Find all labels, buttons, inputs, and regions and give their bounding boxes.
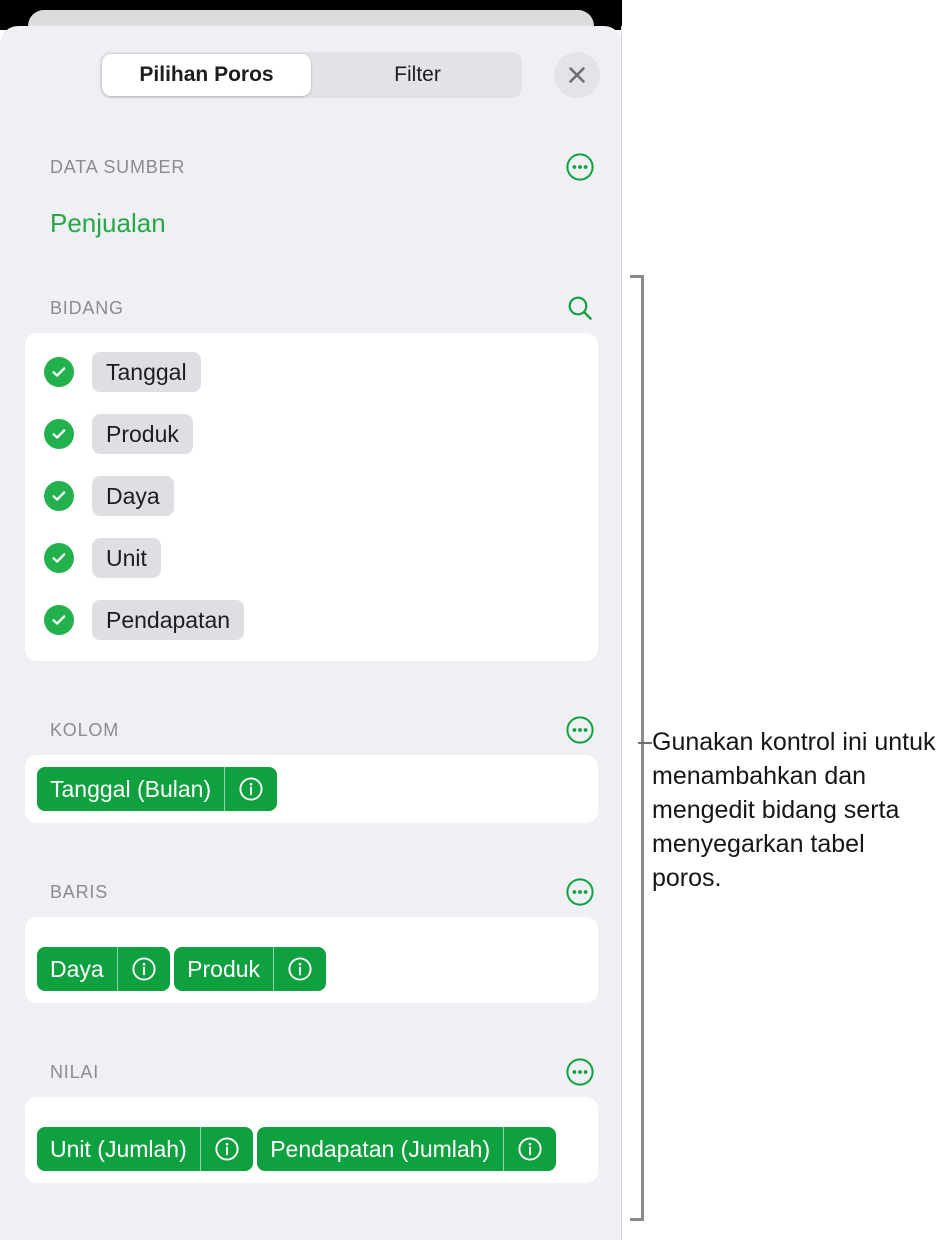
pivot-options-popover: Pilihan Poros Filter DATA SUMBER Penjual… [0, 26, 622, 1240]
checkbox-checked-icon[interactable] [44, 543, 74, 573]
popover-header: Pilihan Poros Filter [0, 26, 622, 126]
chip-label: Unit (Jumlah) [50, 1135, 187, 1162]
checkbox-checked-icon[interactable] [44, 605, 74, 635]
info-circle-icon [518, 1137, 542, 1161]
chip-info-button[interactable] [225, 767, 277, 811]
info-circle-icon [132, 957, 156, 981]
section-header-bidang: BIDANG [0, 293, 622, 323]
checkbox-checked-icon[interactable] [44, 419, 74, 449]
field-row-tanggal[interactable]: Tanggal [25, 341, 598, 403]
nilai-card: Unit (Jumlah) Pendapatan (Jumlah) [25, 1097, 598, 1183]
popover-content: DATA SUMBER Penjualan BIDANG Tanggal Pro… [0, 126, 622, 1240]
chip-info-button[interactable] [201, 1127, 253, 1171]
kolom-card: Tanggal (Bulan) [25, 755, 598, 823]
chip-info-button[interactable] [504, 1127, 556, 1171]
field-label[interactable]: Unit [92, 538, 161, 578]
chip-produk[interactable]: Produk [174, 947, 327, 991]
info-circle-icon [288, 957, 312, 981]
chip-pendapatan-jumlah[interactable]: Pendapatan (Jumlah) [257, 1127, 557, 1171]
baris-more-button[interactable] [564, 876, 596, 908]
section-header-kolom: KOLOM [0, 715, 622, 745]
ellipsis-circle-icon [566, 1058, 594, 1086]
chip-label: Pendapatan (Jumlah) [270, 1135, 491, 1162]
tab-pilihan-poros[interactable]: Pilihan Poros [102, 54, 311, 96]
field-label[interactable]: Tanggal [92, 352, 201, 392]
screenshot-stage: Pilihan Poros Filter DATA SUMBER Penjual… [0, 0, 942, 1240]
field-label[interactable]: Pendapatan [92, 600, 245, 640]
callout-bracket [630, 275, 644, 1221]
bidang-card: Tanggal Produk Daya Unit Pendapatan [25, 333, 598, 661]
chip-info-button[interactable] [118, 947, 170, 991]
section-title-baris: BARIS [50, 881, 109, 902]
check-icon [52, 429, 66, 439]
bidang-search-button[interactable] [564, 292, 596, 324]
chip-label: Produk [187, 955, 261, 982]
check-icon [52, 491, 66, 501]
search-icon [568, 296, 592, 320]
section-header-data-sumber: DATA SUMBER [0, 152, 622, 182]
field-row-daya[interactable]: Daya [25, 465, 598, 527]
callout-leader-line [638, 742, 652, 744]
info-circle-icon [239, 777, 263, 801]
chip-label: Tanggal (Bulan) [50, 775, 212, 802]
nilai-more-button[interactable] [564, 1056, 596, 1088]
close-button[interactable] [554, 52, 600, 98]
chip-label: Daya [50, 955, 104, 982]
panel-right-edge [621, 26, 622, 1240]
section-title-bidang: BIDANG [50, 297, 124, 318]
tab-pilihan-poros-label: Pilihan Poros [139, 63, 274, 86]
field-label[interactable]: Produk [92, 414, 193, 454]
segmented-control[interactable]: Pilihan Poros Filter [100, 52, 522, 98]
ellipsis-circle-icon [566, 716, 594, 744]
field-row-pendapatan[interactable]: Pendapatan [25, 589, 598, 651]
callout-text: Gunakan kontrol ini untuk menambahkan da… [652, 728, 936, 892]
tab-filter-label: Filter [394, 63, 441, 86]
close-icon [569, 67, 585, 83]
data-sumber-more-button[interactable] [564, 151, 596, 183]
info-circle-icon [215, 1137, 239, 1161]
section-header-baris: BARIS [0, 877, 622, 907]
check-icon [52, 615, 66, 625]
field-label[interactable]: Daya [92, 476, 174, 516]
ellipsis-circle-icon [566, 153, 594, 181]
checkbox-checked-icon[interactable] [44, 481, 74, 511]
tab-filter[interactable]: Filter [313, 52, 522, 98]
ellipsis-circle-icon [566, 878, 594, 906]
field-row-unit[interactable]: Unit [25, 527, 598, 589]
chip-info-button[interactable] [274, 947, 326, 991]
section-title-kolom: KOLOM [50, 719, 120, 740]
checkbox-checked-icon[interactable] [44, 357, 74, 387]
baris-card: Daya Produk [25, 917, 598, 1003]
section-title-data-sumber: DATA SUMBER [50, 156, 186, 177]
kolom-more-button[interactable] [564, 714, 596, 746]
chip-daya[interactable]: Daya [37, 947, 170, 991]
chip-tanggal-bulan[interactable]: Tanggal (Bulan) [37, 767, 278, 811]
chip-unit-jumlah[interactable]: Unit (Jumlah) [37, 1127, 253, 1171]
check-icon [52, 367, 66, 377]
section-title-nilai: NILAI [50, 1061, 100, 1082]
data-source-value[interactable]: Penjualan [0, 208, 622, 239]
field-row-produk[interactable]: Produk [25, 403, 598, 465]
check-icon [52, 553, 66, 563]
section-header-nilai: NILAI [0, 1057, 622, 1087]
